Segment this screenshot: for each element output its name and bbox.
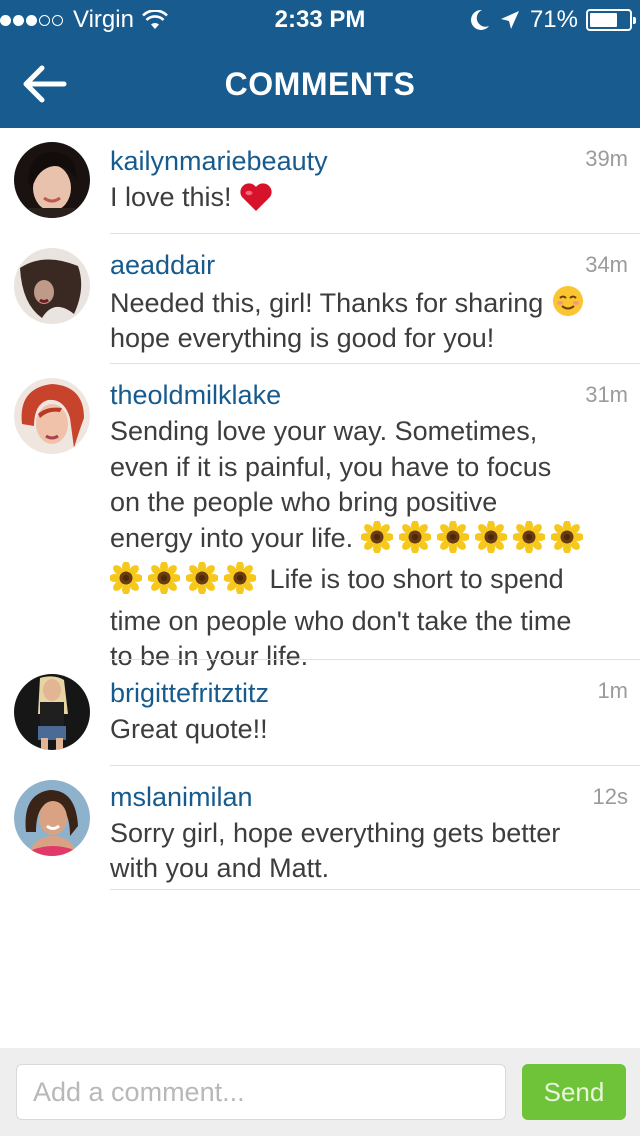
comment-time: 34m: [585, 252, 628, 277]
battery-percent: 71%: [529, 6, 578, 33]
comment-text: Sorry girl, hope everything gets better …: [110, 818, 561, 883]
sunflower-emoji: [473, 519, 508, 563]
sunflower-emoji-row: [359, 519, 589, 554]
comment-time: 39m: [585, 146, 628, 171]
comment-time: 1m: [597, 678, 628, 703]
status-right: 71%: [470, 6, 636, 34]
app-header: Virgin 2:33 PM 71% COMMENTS: [0, 0, 640, 128]
sunflower-emoji: [185, 561, 219, 604]
sunflower-emoji: [223, 561, 257, 604]
comment-text: Sending love your way. Sometimes, even i…: [109, 414, 630, 675]
sunflower-emoji: [147, 561, 181, 604]
sunflower-emoji: [511, 519, 546, 563]
comment-time: 31m: [585, 382, 628, 407]
battery-level: [590, 13, 617, 27]
comment-item: brigittefritztitz 1m Great quote!!: [0, 660, 640, 766]
comment-item: mslanimilan 12s Sorry girl, hope everyth…: [0, 766, 640, 890]
status-bar: Virgin 2:33 PM 71%: [0, 0, 640, 40]
sunflower-emoji: [359, 519, 394, 563]
comment-text: I love this!: [110, 180, 630, 215]
comment-username[interactable]: kailynmariebeauty: [110, 146, 328, 177]
smiling-face-emoji: [552, 286, 583, 316]
page-title: COMMENTS: [224, 66, 416, 102]
send-button[interactable]: Send: [522, 1064, 626, 1120]
do-not-disturb-moon-icon: [470, 9, 489, 30]
comment-item: aeaddair 34m Needed this, girl! Thanks f…: [0, 234, 640, 364]
divider: [110, 889, 640, 890]
sunflower-emoji: [397, 519, 432, 563]
comment-text: Great quote!!: [110, 714, 268, 744]
comment-time: 12s: [592, 784, 628, 809]
sunflower-emoji: [435, 519, 470, 563]
user-avatar[interactable]: [14, 378, 90, 454]
heart-emoji: [240, 183, 272, 211]
user-avatar[interactable]: [14, 674, 90, 750]
location-arrow-icon: [500, 11, 519, 29]
comment-item: theoldmilklake 31m Sending love your way…: [0, 364, 640, 671]
sunflower-emoji: [109, 561, 143, 604]
comment-text: Needed this, girl! Thanks for sharing ho…: [110, 284, 630, 356]
user-avatar[interactable]: [14, 248, 90, 324]
user-avatar[interactable]: [14, 780, 90, 856]
comment-input[interactable]: [16, 1064, 506, 1120]
sunflower-emoji: [549, 519, 584, 563]
comment-username[interactable]: mslanimilan: [110, 782, 253, 813]
user-avatar[interactable]: [14, 142, 90, 218]
comment-username[interactable]: theoldmilklake: [110, 380, 281, 411]
battery-icon: [586, 9, 636, 31]
comment-username[interactable]: aeaddair: [110, 250, 215, 281]
sunflower-emoji-row: [109, 561, 262, 595]
comment-item: kailynmariebeauty 39m I love this!: [0, 128, 640, 234]
comment-username[interactable]: brigittefritztitz: [110, 678, 269, 709]
comment-composer: Send: [0, 1048, 640, 1136]
navigation-bar: COMMENTS: [0, 40, 640, 128]
